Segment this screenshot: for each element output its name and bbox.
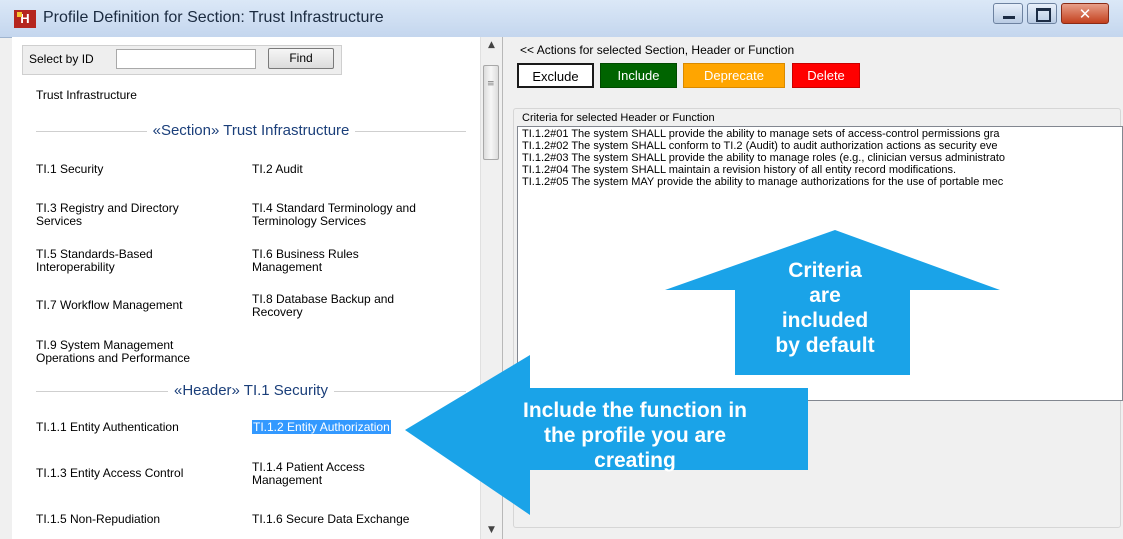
criteria-callout-text: Criteria are included by default xyxy=(775,259,875,357)
section-item-ti7[interactable]: TI.7 Workflow Management xyxy=(36,299,236,312)
header-item-ti1-5[interactable]: TI.1.5 Non-Repudiation xyxy=(36,513,236,526)
section-item-ti1[interactable]: TI.1 Security xyxy=(36,163,236,176)
header-item-ti1-2[interactable]: TI.1.2 Entity Authorization xyxy=(252,420,462,434)
section-item-ti8[interactable]: TI.8 Database Backup and Recovery xyxy=(252,293,432,319)
header-group-header: «Header» TI.1 Security xyxy=(36,381,466,401)
scroll-grip-icon: ≡ xyxy=(487,79,495,89)
criteria-line: TI.1.2#01 The system SHALL provide the a… xyxy=(522,128,1000,140)
header-item-ti1-4[interactable]: TI.1.4 Patient Access Management xyxy=(252,461,422,487)
title-bar: H Profile Definition for Section: Trust … xyxy=(0,0,1123,38)
exclude-button[interactable]: Exclude xyxy=(517,63,594,88)
profile-definition-window: H Profile Definition for Section: Trust … xyxy=(0,0,1123,539)
header-item-ti1-1[interactable]: TI.1.1 Entity Authentication xyxy=(36,421,236,434)
include-callout-text: Include the function in the profile you … xyxy=(523,399,747,472)
actions-label: << Actions for selected Section, Header … xyxy=(520,43,795,57)
app-logo-icon: H xyxy=(14,10,36,28)
scroll-down-arrow-icon[interactable]: ▼ xyxy=(481,522,502,539)
profile-tree-pane: Select by ID Find Trust Infrastructure «… xyxy=(12,37,503,539)
section-item-ti9[interactable]: TI.9 System Management Operations and Pe… xyxy=(36,339,221,365)
section-item-ti2[interactable]: TI.2 Audit xyxy=(252,163,452,176)
section-group-header: «Section» Trust Infrastructure xyxy=(36,121,466,141)
header-item-ti1-6[interactable]: TI.1.6 Secure Data Exchange xyxy=(252,513,462,526)
window-title: Profile Definition for Section: Trust In… xyxy=(43,9,384,26)
criteria-line: TI.1.2#03 The system SHALL provide the a… xyxy=(522,152,1006,164)
select-by-id-label: Select by ID xyxy=(29,52,94,66)
section-title: Trust Infrastructure xyxy=(36,88,137,102)
deprecate-button[interactable]: Deprecate xyxy=(683,63,785,88)
section-item-ti4[interactable]: TI.4 Standard Terminology and Terminolog… xyxy=(252,202,452,228)
header-group-header-label: «Header» TI.1 Security xyxy=(168,382,334,399)
criteria-label: Criteria for selected Header or Function xyxy=(521,112,716,124)
select-by-id-bar: Select by ID Find xyxy=(22,45,342,75)
delete-button[interactable]: Delete xyxy=(792,63,860,88)
maximize-button[interactable] xyxy=(1027,3,1057,24)
section-group-header-label: «Section» Trust Infrastructure xyxy=(146,122,356,139)
select-by-id-input[interactable] xyxy=(116,49,256,69)
criteria-line: TI.1.2#05 The system MAY provide the abi… xyxy=(522,176,1004,188)
minimize-button[interactable] xyxy=(993,3,1023,24)
find-button[interactable]: Find xyxy=(268,48,334,69)
close-button[interactable] xyxy=(1061,3,1109,24)
criteria-line: TI.1.2#04 The system SHALL maintain a re… xyxy=(522,164,957,176)
section-item-ti3[interactable]: TI.3 Registry and Directory Services xyxy=(36,202,226,228)
criteria-line: TI.1.2#02 The system SHALL conform to TI… xyxy=(522,140,998,152)
scroll-up-arrow-icon[interactable]: ▲ xyxy=(481,37,502,54)
include-button[interactable]: Include xyxy=(600,63,677,88)
section-item-ti5[interactable]: TI.5 Standards-Based Interoperability xyxy=(36,248,206,274)
section-item-ti6[interactable]: TI.6 Business Rules Management xyxy=(252,248,422,274)
header-item-ti1-3[interactable]: TI.1.3 Entity Access Control xyxy=(36,467,236,480)
